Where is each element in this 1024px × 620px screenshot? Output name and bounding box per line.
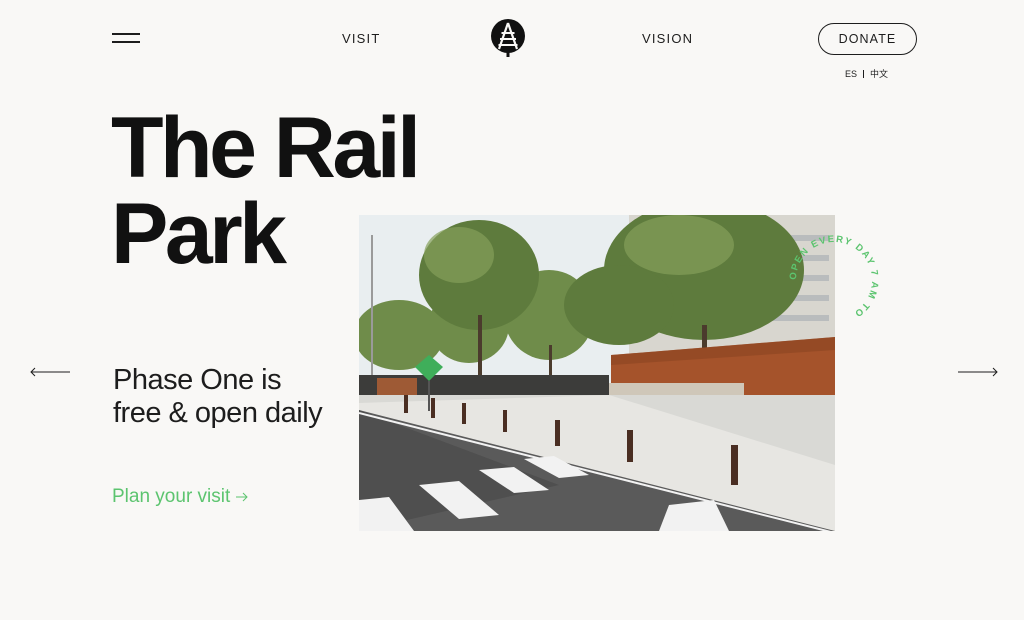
- language-switcher: ES 中文: [845, 67, 888, 80]
- arrow-right-icon[interactable]: [958, 366, 998, 378]
- title-line-2: Park: [111, 186, 287, 282]
- lang-divider: [863, 69, 865, 78]
- arrow-left-icon[interactable]: [30, 366, 70, 378]
- donate-button[interactable]: DONATE: [818, 23, 917, 55]
- nav-visit-link[interactable]: VISIT: [342, 31, 381, 46]
- arrow-right-icon: [236, 492, 248, 502]
- svg-text:OPEN EVERY DAY 7 AM TO: OPEN EVERY DAY 7 AM TO: [788, 234, 880, 320]
- badge-text: OPEN EVERY DAY 7 AM TO: [788, 234, 879, 320]
- plan-visit-label: Plan your visit: [112, 486, 231, 507]
- open-hours-badge: OPEN EVERY DAY 7 AM TO: [788, 234, 880, 320]
- lang-zh-link[interactable]: 中文: [870, 67, 888, 80]
- menu-bar: [112, 33, 140, 35]
- rail-park-logo-icon[interactable]: [490, 19, 526, 57]
- hero-photo: [359, 215, 835, 531]
- hero-subheading: Phase One is free & open daily: [113, 364, 323, 429]
- park-street-image: [359, 215, 835, 531]
- page: VISIT VISION DONATE ES 中文 The Rail Park …: [0, 0, 1024, 620]
- lang-es-link[interactable]: ES: [845, 69, 857, 79]
- plan-visit-link[interactable]: Plan your visit: [112, 486, 248, 508]
- hamburger-icon[interactable]: [112, 31, 140, 45]
- nav-vision-link[interactable]: VISION: [642, 31, 693, 46]
- title-line-1: The Rail: [111, 100, 421, 196]
- menu-bar: [112, 41, 140, 43]
